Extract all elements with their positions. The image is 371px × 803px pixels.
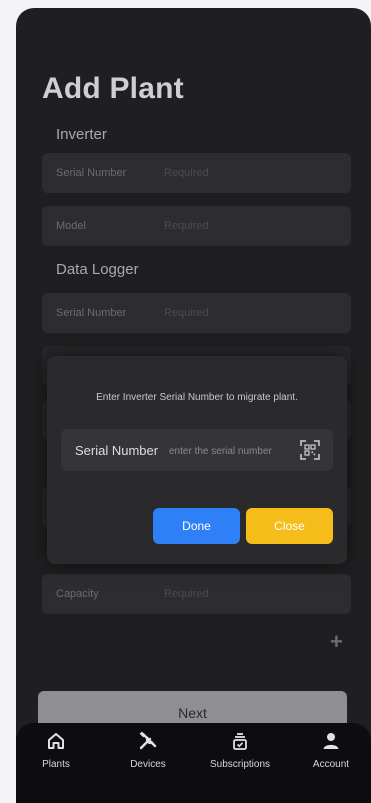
field-label: Serial Number bbox=[56, 167, 127, 179]
subscription-icon bbox=[233, 733, 247, 750]
tab-label: Subscriptions bbox=[209, 759, 271, 770]
tab-devices[interactable]: Devices bbox=[111, 731, 185, 770]
user-icon bbox=[323, 733, 339, 749]
field-placeholder: Required bbox=[164, 167, 209, 179]
home-icon bbox=[48, 733, 64, 749]
tab-plants[interactable]: Plants bbox=[19, 731, 93, 770]
tab-label: Devices bbox=[130, 759, 166, 770]
inverter-serial-field[interactable]: Serial Number Required bbox=[42, 153, 351, 193]
field-label: Capacity bbox=[56, 588, 99, 600]
serial-number-input[interactable] bbox=[167, 441, 289, 461]
bottom-tab-bar: Plants Devices Subscriptions Account bbox=[16, 723, 371, 803]
inverter-model-field[interactable]: Model Required bbox=[42, 206, 351, 246]
tools-icon bbox=[139, 731, 157, 750]
section-heading-data-logger: Data Logger bbox=[56, 261, 139, 278]
field-label: Model bbox=[56, 220, 86, 232]
field-placeholder: Required bbox=[164, 220, 209, 232]
app-screen: Add Plant Inverter Serial Number Require… bbox=[16, 8, 371, 803]
logger-serial-field[interactable]: Serial Number Required bbox=[42, 293, 351, 333]
field-label: Serial Number bbox=[56, 307, 127, 319]
add-button[interactable]: + bbox=[330, 629, 343, 655]
field-placeholder: Required bbox=[164, 307, 209, 319]
serial-number-label: Serial Number bbox=[75, 443, 159, 458]
close-button[interactable]: Close bbox=[246, 508, 333, 544]
dialog-message: Enter Inverter Serial Number to migrate … bbox=[96, 392, 298, 403]
done-button[interactable]: Done bbox=[153, 508, 240, 544]
tab-label: Plants bbox=[42, 759, 70, 770]
capacity-field[interactable]: Capacity Required bbox=[42, 574, 351, 614]
tab-account[interactable]: Account bbox=[294, 731, 368, 770]
field-placeholder: Required bbox=[164, 588, 209, 600]
qr-scan-icon[interactable] bbox=[300, 440, 320, 460]
tab-subscriptions[interactable]: Subscriptions bbox=[203, 731, 277, 770]
section-heading-inverter: Inverter bbox=[56, 126, 107, 143]
serial-number-row: Serial Number bbox=[61, 429, 333, 471]
page-title: Add Plant bbox=[42, 72, 184, 105]
migrate-plant-dialog: Enter Inverter Serial Number to migrate … bbox=[47, 356, 347, 564]
tab-label: Account bbox=[312, 759, 350, 770]
